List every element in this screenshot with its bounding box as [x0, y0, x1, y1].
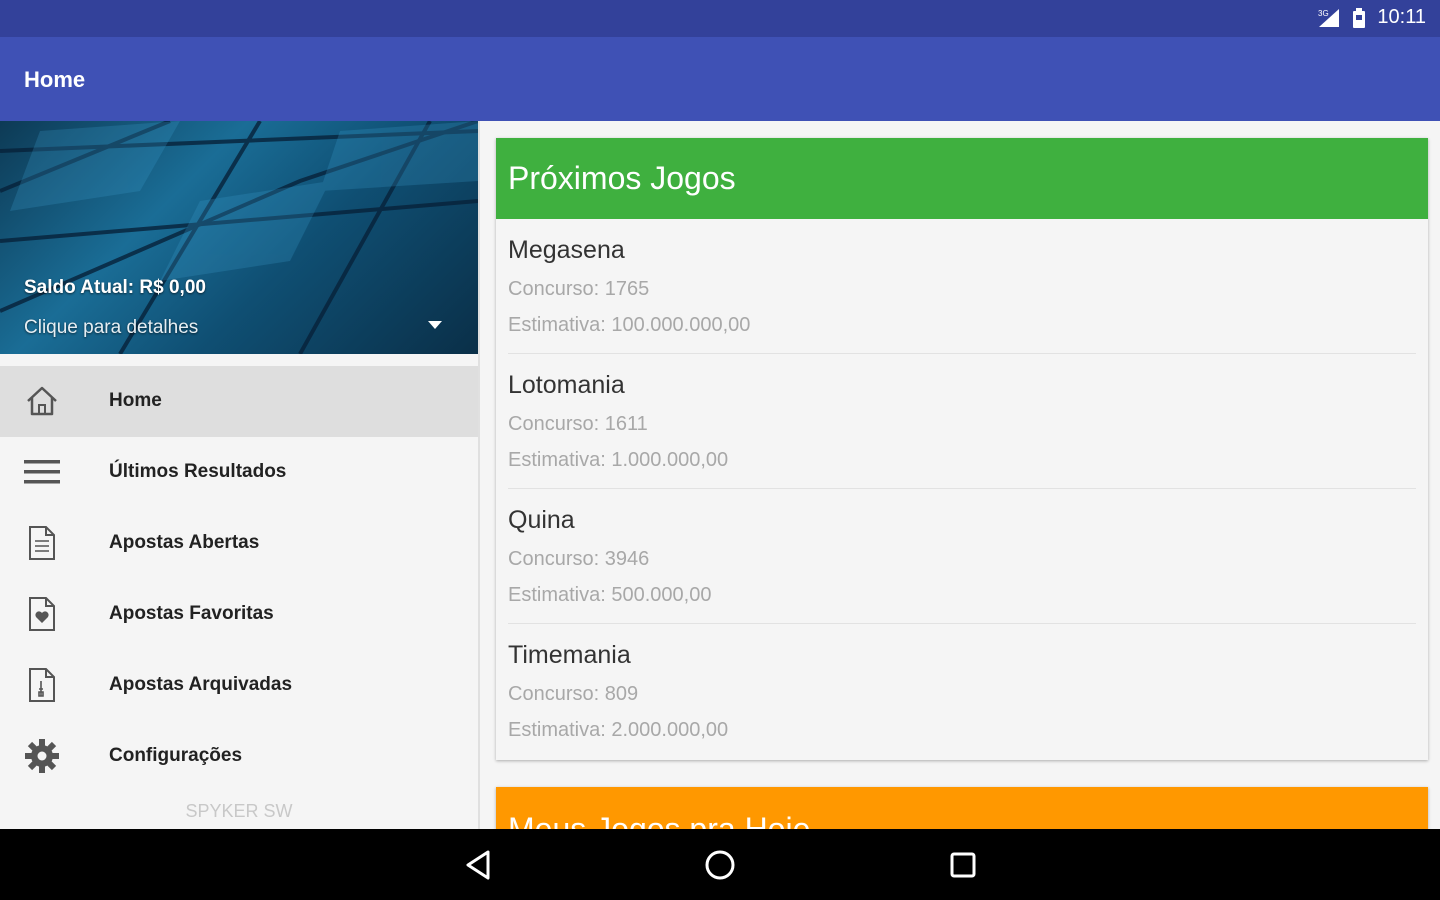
- home-button-icon[interactable]: [702, 847, 738, 883]
- sidebar-item-home[interactable]: Home: [0, 366, 478, 437]
- battery-icon: [1353, 7, 1366, 28]
- card-title: Próximos Jogos: [496, 138, 1428, 219]
- list-item[interactable]: Megasena Concurso: 1765 Estimativa: 100.…: [508, 219, 1416, 354]
- list-icon: [24, 460, 60, 484]
- balance-label: Saldo Atual: R$ 0,00: [24, 277, 206, 298]
- archive-document-icon: [29, 668, 55, 702]
- game-estimate: Estimativa: 2.000.000,00: [508, 719, 729, 741]
- list-item[interactable]: Timemania Concurso: 809 Estimativa: 2.00…: [508, 624, 1416, 759]
- document-icon: [29, 526, 55, 560]
- svg-text:3G: 3G: [1318, 9, 1329, 18]
- sidebar-item-label: Apostas Abertas: [109, 532, 260, 553]
- proximos-jogos-card: Próximos Jogos Megasena Concurso: 1765 E…: [496, 138, 1428, 760]
- sidebar-item-label: Últimos Resultados: [109, 461, 287, 482]
- game-estimate: Estimativa: 1.000.000,00: [508, 449, 729, 471]
- drawer-header[interactable]: Saldo Atual: R$ 0,00 Clique para detalhe…: [0, 121, 478, 354]
- game-contest: Concurso: 3946: [508, 548, 650, 570]
- favorite-document-icon: [29, 597, 55, 631]
- game-name: Quina: [508, 506, 575, 534]
- sidebar-item-apostas-abertas[interactable]: Apostas Abertas: [0, 508, 478, 579]
- back-icon[interactable]: [460, 847, 496, 883]
- sidebar-item-label: Configurações: [109, 745, 243, 766]
- game-contest: Concurso: 1765: [508, 278, 650, 300]
- signal-icon: 3G: [1318, 8, 1340, 27]
- system-navigation-bar: [0, 829, 1440, 900]
- clock: 10:11: [1377, 6, 1426, 28]
- status-bar: 3G 10:11: [0, 0, 1440, 37]
- game-name: Megasena: [508, 236, 625, 264]
- card-title: Meus Jogos pra Hoje: [508, 811, 811, 829]
- app-bar: Home: [0, 37, 1440, 121]
- sidebar-item-apostas-arquivadas[interactable]: Apostas Arquivadas: [0, 650, 478, 721]
- sidebar-item-label: Apostas Favoritas: [109, 603, 274, 624]
- dropdown-arrow-icon[interactable]: [428, 321, 442, 329]
- sidebar-item-apostas-favoritas[interactable]: Apostas Favoritas: [0, 579, 478, 650]
- game-contest: Concurso: 1611: [508, 413, 648, 435]
- meus-jogos-card: Meus Jogos pra Hoje: [496, 787, 1428, 829]
- sidebar-item-configuracoes[interactable]: Configurações: [0, 721, 478, 792]
- brand-footer: SPYKER SW: [185, 801, 293, 821]
- game-contest: Concurso: 809: [508, 683, 639, 705]
- game-name: Lotomania: [508, 371, 625, 399]
- app-bar-title: Home: [24, 67, 86, 92]
- sidebar-item-label: Apostas Arquivadas: [109, 674, 293, 695]
- list-item[interactable]: Quina Concurso: 3946 Estimativa: 500.000…: [508, 489, 1416, 624]
- list-item[interactable]: Lotomania Concurso: 1611 Estimativa: 1.0…: [508, 354, 1416, 489]
- game-name: Timemania: [508, 641, 631, 669]
- recents-icon[interactable]: [945, 847, 981, 883]
- gear-icon: [25, 739, 59, 773]
- details-hint: Clique para detalhes: [24, 317, 199, 338]
- sidebar-item-ultimos-resultados[interactable]: Últimos Resultados: [0, 437, 478, 508]
- drawer-menu: Home Últimos Resultados Apostas Abertas …: [0, 366, 478, 792]
- home-icon: [27, 386, 57, 416]
- game-estimate: Estimativa: 100.000.000,00: [508, 314, 751, 336]
- main-content: Próximos Jogos Megasena Concurso: 1765 E…: [482, 121, 1440, 829]
- navigation-drawer: Saldo Atual: R$ 0,00 Clique para detalhe…: [0, 121, 480, 829]
- sidebar-item-label: Home: [109, 390, 162, 411]
- game-estimate: Estimativa: 500.000,00: [508, 584, 712, 606]
